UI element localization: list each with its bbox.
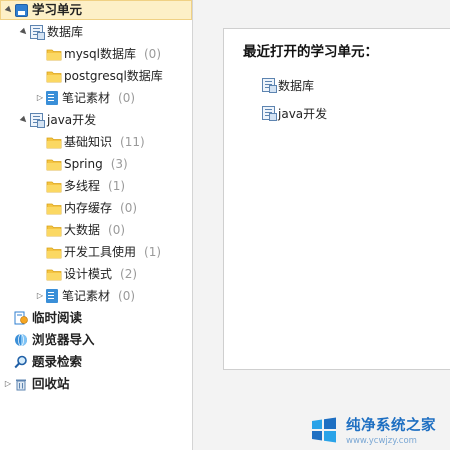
tree-item-label: 学习单元 <box>32 2 83 17</box>
folder-icon <box>46 179 62 193</box>
folder-icon <box>46 47 62 61</box>
windows-logo-icon <box>312 417 336 443</box>
recycle-bin-icon <box>14 377 28 391</box>
tree-item-label: 临时阅读 <box>32 310 83 325</box>
tree-item[interactable]: ▲ 学习单元 <box>0 0 192 20</box>
tree-item-label: java开发 <box>47 113 97 127</box>
recent-item-database[interactable]: 数据库 <box>262 76 314 94</box>
tree-item-label: 回收站 <box>32 376 70 391</box>
sidebar-tree: ▲ 学习单元 ▲ 数据库 mysql数据库 (0) postgresql数据库 ▷ 笔记素材 (0… <box>0 0 193 450</box>
tree-item-label: mysql数据库 <box>64 47 136 61</box>
tree-item-label: postgresql数据库 <box>64 69 163 83</box>
tree-item[interactable]: ▲ 数据库 <box>0 22 212 42</box>
tree-item[interactable]: 浏览器导入 <box>0 330 196 350</box>
folder-icon <box>46 135 62 149</box>
tree-item-count: (3) <box>110 157 128 171</box>
tree-item-count: (11) <box>120 135 145 149</box>
tree-item[interactable]: 题录检索 <box>0 352 196 372</box>
watermark-url: www.ycwjzy.com <box>346 436 417 446</box>
tree-item-count: (0) <box>120 201 138 215</box>
database-icon <box>262 106 277 121</box>
recent-units-card: 最近打开的学习单元： 数据库 java开发 <box>223 28 450 370</box>
recent-units-title: 最近打开的学习单元： <box>243 44 378 60</box>
tree-item-label: 内存缓存 <box>64 201 113 215</box>
watermark: 纯净系统之家 www.ycwjzy.com <box>308 410 450 450</box>
tree-item-count: (1) <box>144 245 162 259</box>
tree-item-count: (1) <box>108 179 126 193</box>
tree-item-label: 数据库 <box>47 25 84 39</box>
expand-arrow-icon[interactable]: ▷ <box>36 88 44 108</box>
tree-item-label: 笔记素材 <box>62 91 111 105</box>
folder-icon <box>46 201 62 215</box>
tree-item-count: (2) <box>120 267 138 281</box>
tree-item-label: 设计模式 <box>64 267 113 281</box>
recent-item-label: 数据库 <box>278 78 315 93</box>
browser-import-icon <box>14 333 28 347</box>
tree-item-label: 笔记素材 <box>62 289 111 303</box>
folder-icon <box>46 267 62 281</box>
tree-item-label: 题录检索 <box>32 354 83 369</box>
tree-item[interactable]: 临时阅读 <box>0 308 196 328</box>
tree-item[interactable]: ▷ 回收站 <box>0 374 196 394</box>
tree-item-count: (0) <box>108 223 126 237</box>
tree-item-label: Spring <box>64 157 103 171</box>
tree-item[interactable]: ▲ java开发 <box>0 110 212 130</box>
expand-arrow-icon[interactable]: ▷ <box>4 374 12 394</box>
notebook-icon <box>46 91 58 105</box>
search-icon <box>14 355 28 369</box>
reading-icon <box>14 311 28 325</box>
folder-icon <box>46 69 62 83</box>
tree-item-label: 大数据 <box>64 223 101 237</box>
notebook-icon <box>46 289 58 303</box>
tree-item-count: (0) <box>118 91 136 105</box>
folder-icon <box>46 223 62 237</box>
recent-item-java[interactable]: java开发 <box>262 104 327 122</box>
database-icon <box>30 113 45 128</box>
expand-arrow-icon[interactable]: ▷ <box>36 286 44 306</box>
database-icon <box>262 78 277 93</box>
database-icon <box>30 25 45 40</box>
watermark-title: 纯净系统之家 <box>346 418 436 434</box>
tree-item-label: 浏览器导入 <box>32 332 95 347</box>
folder-icon <box>46 245 62 259</box>
tree-item-label: 多线程 <box>64 179 101 193</box>
folder-icon <box>46 157 62 171</box>
tree-item-label: 开发工具使用 <box>64 245 137 259</box>
tree-item-count: (0) <box>118 289 136 303</box>
study-unit-icon <box>15 3 28 17</box>
tree-item-label: 基础知识 <box>64 135 113 149</box>
recent-item-label: java开发 <box>278 106 328 121</box>
tree-item-count: (0) <box>144 47 161 61</box>
